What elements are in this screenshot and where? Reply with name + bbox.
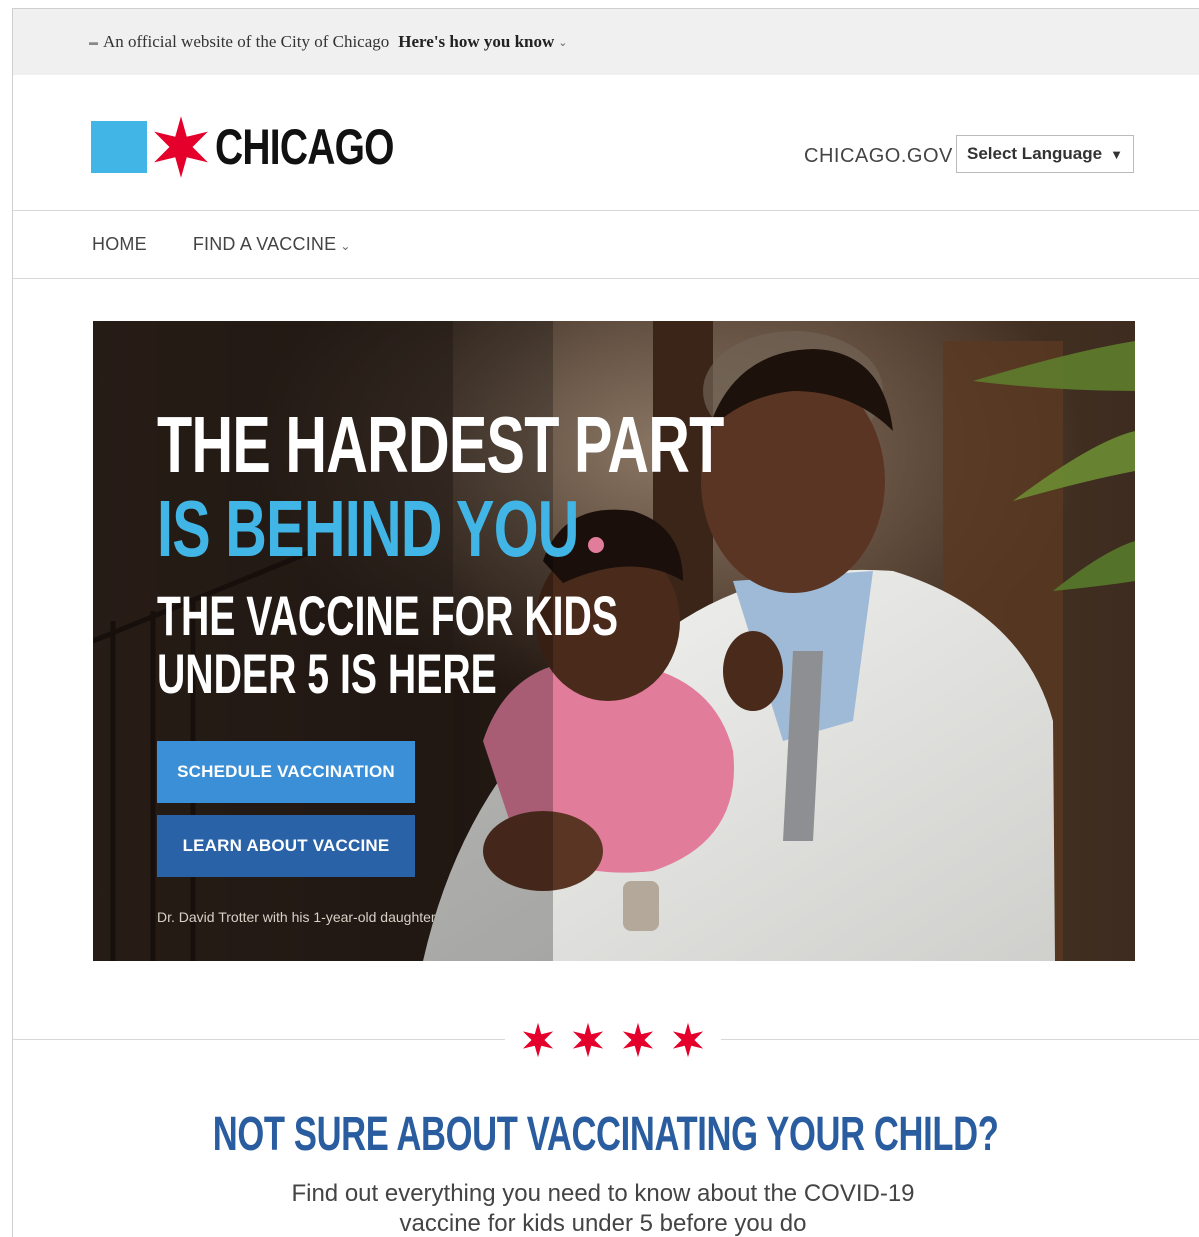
logo-blue-square [91, 121, 147, 173]
language-select[interactable]: Select Language ▼ [956, 135, 1134, 173]
learn-about-vaccine-button[interactable]: LEARN ABOUT VACCINE [157, 815, 415, 877]
four-stars [505, 1014, 721, 1066]
flag-icon: ▬ [89, 37, 98, 47]
language-select-label: Select Language [967, 144, 1103, 163]
hero-text: THE HARDEST PART IS BEHIND YOU THE VACCI… [157, 403, 944, 703]
section-title-text: NOT SURE ABOUT VACCINATING YOUR CHILD? [213, 1108, 999, 1161]
chicago-gov-link[interactable]: CHICAGO.GOV [804, 145, 953, 168]
chicago-logo[interactable]: CHICAGO [91, 113, 444, 181]
red-star-icon [154, 116, 208, 178]
section-title: NOT SURE ABOUT VACCINATING YOUR CHILD? [13, 1107, 1199, 1162]
page-frame: ▬ An official website of the City of Chi… [12, 8, 1199, 1237]
official-banner: ▬ An official website of the City of Chi… [13, 9, 1199, 75]
chevron-down-icon: ⌄ [340, 239, 351, 253]
official-banner-text: An official website of the City of Chica… [103, 32, 390, 51]
heres-how-you-know-link[interactable]: Here's how you know [398, 32, 554, 52]
red-star-icon [622, 1022, 654, 1058]
hero-photo-caption: Dr. David Trotter with his 1-year-old da… [157, 909, 436, 925]
main-nav: HOME FIND A VACCINE ⌄ [13, 211, 1199, 279]
site-header: CHICAGO CHICAGO.GOV Select Language ▼ [13, 75, 1199, 211]
hero-subhead-line2: UNDER 5 IS HERE [157, 642, 497, 705]
nav-item-label: FIND A VACCINE [192, 234, 337, 254]
hero-banner: THE HARDEST PART IS BEHIND YOU THE VACCI… [93, 321, 1135, 961]
logo-wordmark: CHICAGO [215, 119, 394, 175]
nav-item-home[interactable]: HOME [92, 234, 147, 255]
nav-item-find-a-vaccine[interactable]: FIND A VACCINE ⌄ [193, 234, 351, 255]
hero-subhead-line1: THE VACCINE FOR KIDS [157, 584, 618, 647]
chevron-down-icon: ⌄ [558, 36, 568, 49]
dropdown-arrow-icon: ▼ [1110, 146, 1123, 162]
red-star-icon [522, 1022, 554, 1058]
hero-headline-line1: THE HARDEST PART [157, 400, 724, 489]
section-subtitle: Find out everything you need to know abo… [291, 1180, 915, 1237]
red-star-icon [572, 1022, 604, 1058]
red-star-icon [672, 1022, 704, 1058]
schedule-vaccination-button[interactable]: SCHEDULE VACCINATION [157, 741, 415, 803]
hero-headline-line2: IS BEHIND YOU [157, 484, 579, 573]
